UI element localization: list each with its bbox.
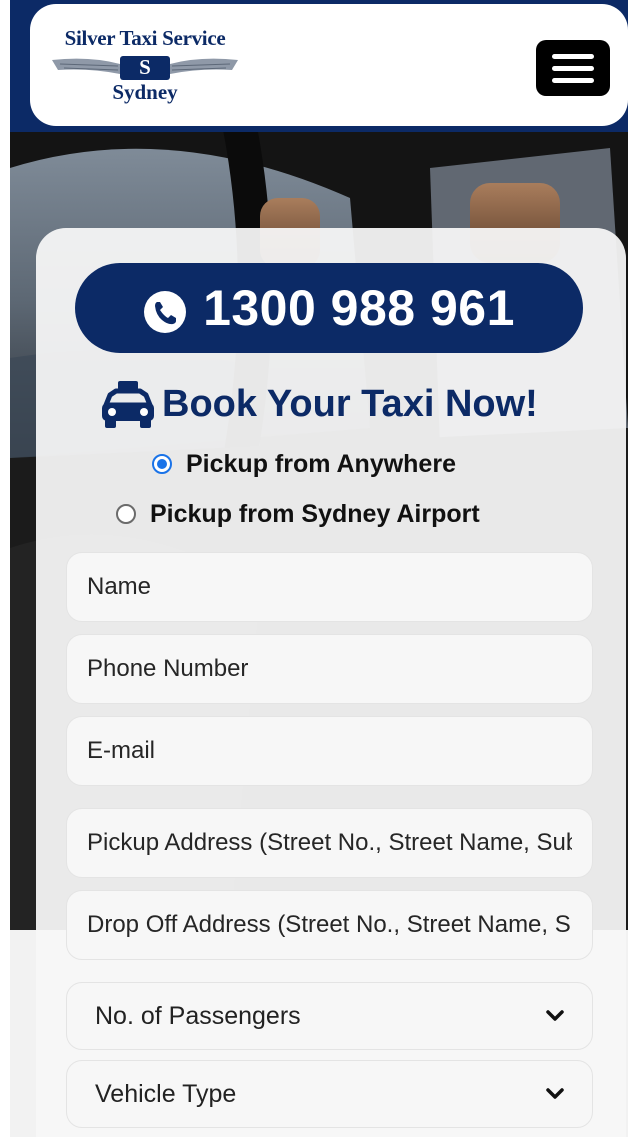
phone-number: 1300 988 961 xyxy=(203,280,515,336)
vehicle-type-select-value: Vehicle Type xyxy=(95,1079,237,1108)
radio-button-unchecked[interactable] xyxy=(116,504,136,524)
logo-text-top: Silver Taxi Service xyxy=(64,26,226,50)
dropoff-address-input[interactable] xyxy=(66,890,593,960)
pickup-address-input[interactable] xyxy=(66,808,593,878)
radio-pickup-airport[interactable]: Pickup from Sydney Airport xyxy=(116,498,480,530)
radio-label-pickup-airport: Pickup from Sydney Airport xyxy=(150,499,480,528)
passengers-select-value: No. of Passengers xyxy=(95,1001,301,1030)
phone-icon xyxy=(144,291,187,333)
passengers-select[interactable]: No. of Passengers xyxy=(66,982,593,1050)
site-logo[interactable]: Silver Taxi Service S Sydney xyxy=(50,24,240,106)
page-edge-left xyxy=(0,0,10,1137)
chevron-down-icon xyxy=(546,1088,564,1099)
radio-button-checked[interactable] xyxy=(152,454,172,474)
radio-pickup-anywhere[interactable]: Pickup from Anywhere xyxy=(152,448,456,480)
chevron-down-icon xyxy=(546,1010,564,1021)
booking-title-text: Book Your Taxi Now! xyxy=(162,382,538,425)
radio-label-pickup-anywhere: Pickup from Anywhere xyxy=(186,449,456,478)
name-input[interactable] xyxy=(66,552,593,622)
hamburger-menu-icon xyxy=(552,66,594,71)
call-phone-button[interactable]: 1300 988 961 xyxy=(75,263,583,353)
hamburger-menu-icon xyxy=(552,78,594,83)
phone-number-input[interactable] xyxy=(66,634,593,704)
page-edge-right xyxy=(628,0,640,1137)
email-input[interactable] xyxy=(66,716,593,786)
hamburger-menu-icon xyxy=(552,54,594,59)
logo-text-bottom: Sydney xyxy=(112,80,178,104)
booking-title: Book Your Taxi Now! xyxy=(100,378,538,430)
vehicle-type-select[interactable]: Vehicle Type xyxy=(66,1060,593,1128)
taxi-icon xyxy=(102,381,154,428)
menu-toggle-button[interactable] xyxy=(536,40,610,96)
logo-badge: S xyxy=(139,55,151,79)
